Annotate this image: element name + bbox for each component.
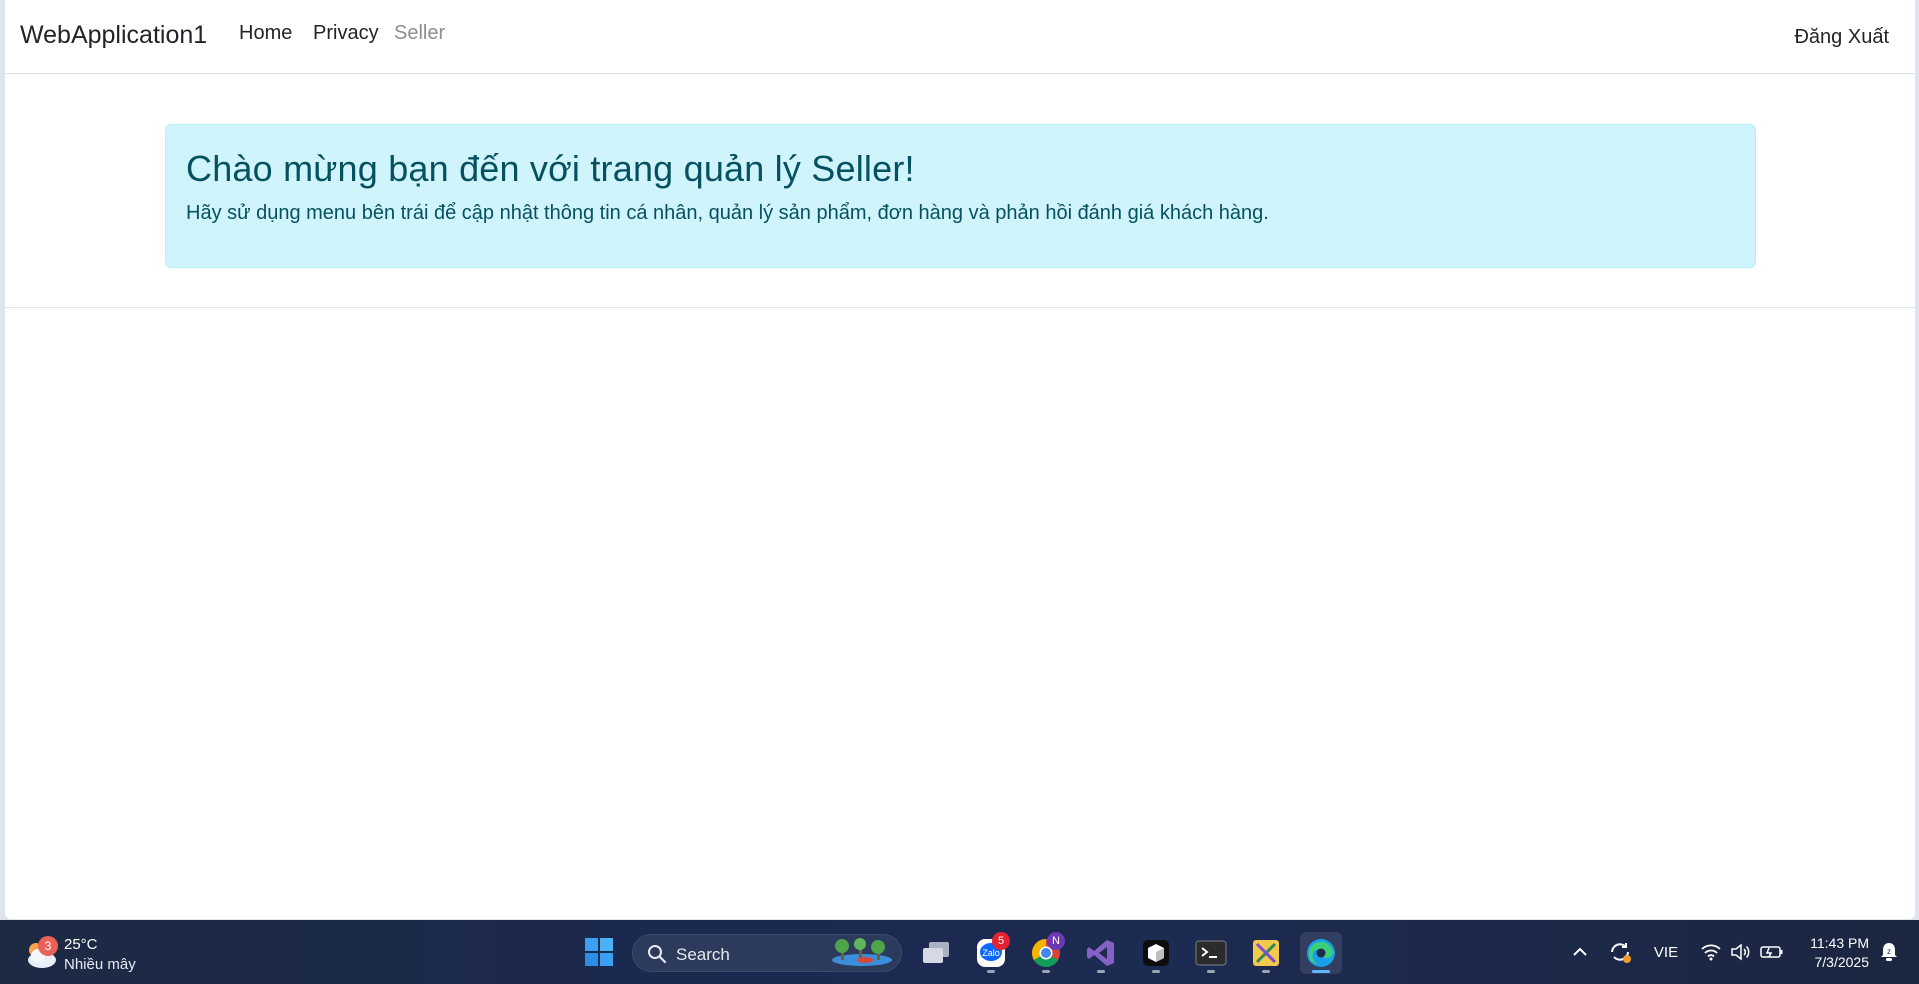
clock-time: 11:43 PM (1810, 935, 1869, 951)
notification-bell-icon: z (1881, 943, 1897, 961)
terminal-icon (1195, 940, 1227, 966)
network-button[interactable] (1698, 936, 1724, 968)
chevron-up-icon (1573, 947, 1587, 956)
footer-divider (5, 307, 1915, 308)
running-indicator (1262, 970, 1270, 973)
navbar-brand[interactable]: WebApplication1 (20, 21, 207, 50)
windows-icon (585, 938, 613, 966)
welcome-alert: Chào mừng bạn đến với trang quản lý Sell… (165, 124, 1756, 268)
svg-text:z: z (1887, 947, 1891, 956)
speaker-icon (1731, 943, 1750, 961)
start-button[interactable] (583, 936, 615, 968)
clock-date: 7/3/2025 (1814, 954, 1870, 970)
edge-icon (1307, 939, 1335, 967)
chrome-profile-badge: N (1047, 932, 1065, 950)
nav-link-home[interactable]: Home (239, 22, 292, 45)
running-indicator (1207, 970, 1215, 973)
edge-app[interactable] (1300, 932, 1342, 974)
show-hidden-icons-button[interactable] (1568, 936, 1592, 968)
task-view-button[interactable] (915, 932, 957, 974)
running-indicator (1152, 970, 1160, 973)
navbar: WebApplication1 Home Privacy Seller Đăng… (5, 0, 1915, 74)
weather-badge: 3 (38, 936, 58, 956)
search-highlight-icon (832, 938, 892, 966)
running-indicator (987, 970, 995, 973)
zalo-badge: 5 (992, 932, 1010, 950)
notifications-button[interactable]: z (1876, 936, 1902, 968)
cube-app[interactable] (1135, 932, 1177, 974)
volume-button[interactable] (1728, 936, 1754, 968)
weather-temperature: 25°C (64, 936, 98, 953)
visual-studio-app[interactable] (1080, 932, 1122, 974)
logout-link[interactable]: Đăng Xuất (1794, 26, 1889, 49)
sync-icon (1611, 943, 1631, 963)
taskbar: 3 25°C Nhiều mây Search Zalo 5 N VIE 11:… (0, 920, 1919, 984)
visual-studio-icon (1087, 940, 1114, 966)
weather-widget[interactable]: 3 25°C Nhiều mây (20, 932, 150, 976)
sync-status-button[interactable] (1604, 936, 1636, 968)
active-indicator (1312, 970, 1330, 973)
snipping-tool-icon (1253, 940, 1279, 966)
nav-link-privacy[interactable]: Privacy (313, 22, 379, 45)
snipping-tool-app[interactable] (1245, 932, 1287, 974)
running-indicator (1042, 970, 1050, 973)
running-indicator (1097, 970, 1105, 973)
terminal-app[interactable] (1190, 932, 1232, 974)
search-icon (648, 945, 667, 964)
weather-condition: Nhiều mây (64, 956, 136, 973)
chrome-app[interactable]: N (1025, 932, 1067, 974)
language-indicator[interactable]: VIE (1648, 936, 1684, 968)
search-placeholder: Search (676, 945, 730, 964)
nav-link-seller[interactable]: Seller (394, 22, 445, 45)
browser-content: WebApplication1 Home Privacy Seller Đăng… (5, 0, 1915, 919)
taskbar-search[interactable]: Search (632, 934, 902, 972)
wifi-icon (1701, 944, 1721, 961)
welcome-text: Hãy sử dụng menu bên trái để cập nhật th… (186, 202, 1269, 225)
zalo-app[interactable]: Zalo 5 (970, 932, 1012, 974)
taskbar-clock[interactable]: 11:43 PM 7/3/2025 (1779, 934, 1869, 972)
welcome-heading: Chào mừng bạn đến với trang quản lý Sell… (186, 148, 915, 189)
app-cube-icon (1143, 940, 1169, 966)
task-view-icon (923, 942, 949, 963)
